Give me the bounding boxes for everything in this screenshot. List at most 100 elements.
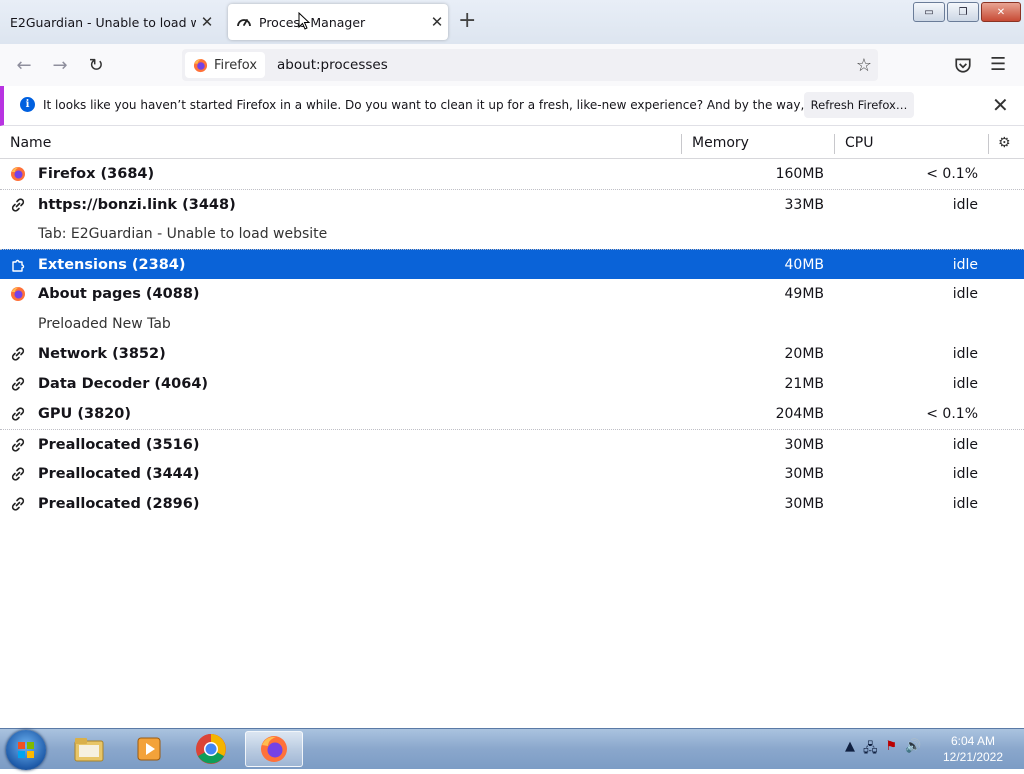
taskbar-media-player[interactable] — [120, 731, 178, 767]
url-bar[interactable]: Firefox about:processes ☆ — [182, 49, 878, 81]
table-row[interactable]: Preloaded New Tab — [0, 309, 1024, 339]
process-cpu: idle — [952, 466, 978, 482]
back-button[interactable]: ← — [13, 54, 35, 76]
link-icon — [10, 496, 26, 512]
action-center-flag-icon[interactable]: ⚑ — [886, 739, 898, 761]
column-header-cpu[interactable]: CPU — [845, 128, 873, 158]
link-icon — [10, 406, 26, 422]
table-row[interactable]: Tab: E2Guardian - Unable to load website — [0, 219, 1024, 249]
firefox-icon — [10, 166, 26, 182]
minimize-button[interactable]: ▭ — [913, 2, 945, 22]
link-icon — [10, 376, 26, 392]
process-name: Extensions (2384) — [38, 257, 186, 273]
column-divider[interactable] — [834, 134, 835, 154]
process-name: Data Decoder (4064) — [38, 376, 209, 392]
windows-logo-icon — [18, 742, 34, 758]
process-memory: 49MB — [784, 286, 825, 302]
process-name: Tab: E2Guardian - Unable to load website — [38, 226, 328, 242]
table-row[interactable]: Firefox (3684) 160MB < 0.1% — [0, 159, 1024, 189]
firefox-icon — [10, 286, 26, 302]
reload-button[interactable]: ↻ — [85, 54, 107, 76]
pocket-icon[interactable] — [954, 56, 972, 74]
chrome-icon — [196, 734, 226, 764]
taskbar-firefox[interactable] — [245, 731, 303, 767]
navigation-toolbar: ← → ↻ Firefox about:processes ☆ ☰ — [0, 44, 1024, 86]
notification-bar: i It looks like you haven’t started Fire… — [0, 86, 1024, 126]
table-header: Name Memory CPU ⚙ — [0, 128, 1024, 159]
refresh-firefox-button[interactable]: Refresh Firefox… — [804, 92, 914, 118]
process-name: Firefox (3684) — [38, 166, 155, 182]
close-icon[interactable]: ✕ — [426, 13, 448, 31]
tab-process-manager[interactable]: Process Manager ✕ — [228, 4, 448, 40]
table-row[interactable]: Preallocated (3516) 30MB idle — [0, 429, 1024, 459]
maximize-button[interactable]: ❐ — [947, 2, 979, 22]
taskbar-chrome[interactable] — [182, 731, 240, 767]
process-name: Preallocated (3444) — [38, 466, 200, 482]
link-icon — [10, 197, 26, 213]
network-icon[interactable]: 🖧 — [863, 739, 878, 761]
process-cpu: < 0.1% — [926, 166, 978, 182]
tab-e2guardian[interactable]: E2Guardian - Unable to load website ✕ — [0, 4, 218, 40]
window-controls: ▭ ❐ ✕ — [913, 2, 1021, 22]
clock-time: 6:04 AM — [950, 734, 996, 748]
process-name: About pages (4088) — [38, 286, 200, 302]
close-icon[interactable]: ✕ — [196, 13, 218, 31]
process-memory: 40MB — [784, 257, 825, 273]
gauge-icon — [237, 19, 251, 27]
column-divider[interactable] — [988, 134, 989, 154]
column-header-name[interactable]: Name — [10, 128, 51, 158]
process-cpu: idle — [952, 197, 978, 213]
empty-icon-slot — [10, 316, 26, 332]
mouse-cursor-icon — [298, 12, 310, 30]
table-row[interactable]: Extensions (2384) 40MB idle — [0, 249, 1024, 279]
process-cpu: < 0.1% — [926, 406, 978, 422]
bookmark-star-icon[interactable]: ☆ — [856, 55, 872, 76]
process-name: Preallocated (2896) — [38, 496, 200, 512]
puzzle-icon — [10, 257, 26, 273]
column-header-memory[interactable]: Memory — [692, 128, 749, 158]
link-icon — [10, 466, 26, 482]
table-row[interactable]: Preallocated (2896) 30MB idle — [0, 489, 1024, 519]
identity-box[interactable]: Firefox — [185, 52, 266, 78]
process-cpu: idle — [952, 496, 978, 512]
table-row[interactable]: https://bonzi.link (3448) 33MB idle — [0, 189, 1024, 219]
process-memory: 204MB — [775, 406, 824, 422]
process-memory: 20MB — [784, 346, 825, 362]
tab-label: E2Guardian - Unable to load website — [10, 14, 196, 30]
process-memory: 30MB — [784, 466, 825, 482]
table-row[interactable]: Preallocated (3444) 30MB idle — [0, 459, 1024, 489]
explorer-icon — [74, 738, 104, 762]
process-cpu: idle — [952, 346, 978, 362]
process-cpu: idle — [952, 376, 978, 392]
table-row[interactable]: Data Decoder (4064) 21MB idle — [0, 369, 1024, 399]
table-row[interactable]: Network (3852) 20MB idle — [0, 339, 1024, 369]
process-list: Firefox (3684) 160MB < 0.1% https://bonzi.… — [0, 159, 1024, 519]
table-row[interactable]: GPU (3820) 204MB < 0.1% — [0, 399, 1024, 429]
taskbar-explorer[interactable] — [60, 731, 118, 767]
gear-icon[interactable]: ⚙ — [998, 128, 1011, 158]
process-memory: 160MB — [775, 166, 824, 182]
firefox-icon — [261, 736, 287, 762]
hamburger-menu-icon[interactable]: ☰ — [990, 54, 1006, 75]
identity-label: Firefox — [214, 57, 258, 73]
column-divider[interactable] — [681, 134, 682, 154]
taskbar-clock[interactable]: 6:04 AM 12/21/2022 — [936, 733, 1010, 765]
notification-message: It looks like you haven’t started Firefo… — [43, 98, 899, 112]
close-icon[interactable]: ✕ — [992, 93, 1009, 117]
system-tray: ▲ 🖧 ⚑ 🔊 — [845, 739, 921, 761]
close-window-button[interactable]: ✕ — [981, 2, 1021, 22]
process-cpu: idle — [952, 437, 978, 453]
new-tab-button[interactable]: + — [458, 10, 476, 32]
forward-button[interactable]: → — [49, 54, 71, 76]
link-icon — [10, 346, 26, 362]
table-row[interactable]: About pages (4088) 49MB idle — [0, 279, 1024, 309]
clock-date: 12/21/2022 — [942, 750, 1004, 764]
process-name: Preallocated (3516) — [38, 437, 200, 453]
url-text[interactable]: about:processes — [277, 57, 388, 73]
start-button[interactable] — [6, 730, 46, 770]
link-icon — [10, 437, 26, 453]
volume-icon[interactable]: 🔊 — [905, 739, 921, 761]
info-icon: i — [20, 97, 35, 112]
show-hidden-icons-icon[interactable]: ▲ — [845, 739, 855, 761]
process-name: Network (3852) — [38, 346, 166, 362]
